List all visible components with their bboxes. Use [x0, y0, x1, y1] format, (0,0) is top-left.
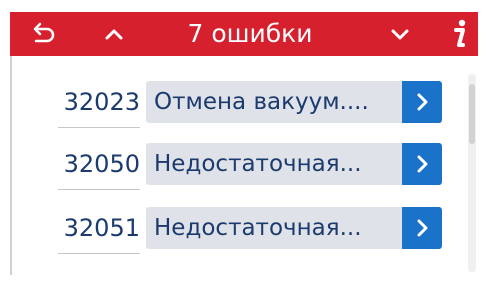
- error-list: 32023 Отмена вакуум.... 32050 Недостаточ…: [0, 0, 488, 281]
- divider: [58, 253, 140, 254]
- chevron-right-icon: [417, 93, 428, 111]
- error-list-screen: 7 ошибки 32023 Отмена вакуум.... 32050 Н…: [0, 0, 488, 281]
- scrollbar-thumb[interactable]: [469, 84, 475, 144]
- divider: [58, 127, 140, 128]
- chevron-right-icon: [417, 155, 428, 173]
- error-description[interactable]: Недостаточная...: [146, 143, 402, 185]
- chevron-right-icon: [417, 219, 428, 237]
- list-item: 32051 Недостаточная...: [0, 207, 488, 254]
- open-error-button[interactable]: [402, 81, 442, 123]
- list-item: 32050 Недостаточная...: [0, 143, 488, 190]
- error-code: 32050: [63, 150, 140, 178]
- error-code: 32023: [63, 88, 140, 116]
- open-error-button[interactable]: [402, 207, 442, 249]
- divider: [58, 189, 140, 190]
- error-description[interactable]: Отмена вакуум....: [146, 81, 402, 123]
- error-description[interactable]: Недостаточная...: [146, 207, 402, 249]
- list-item: 32023 Отмена вакуум....: [0, 81, 488, 128]
- open-error-button[interactable]: [402, 143, 442, 185]
- error-code: 32051: [63, 214, 140, 242]
